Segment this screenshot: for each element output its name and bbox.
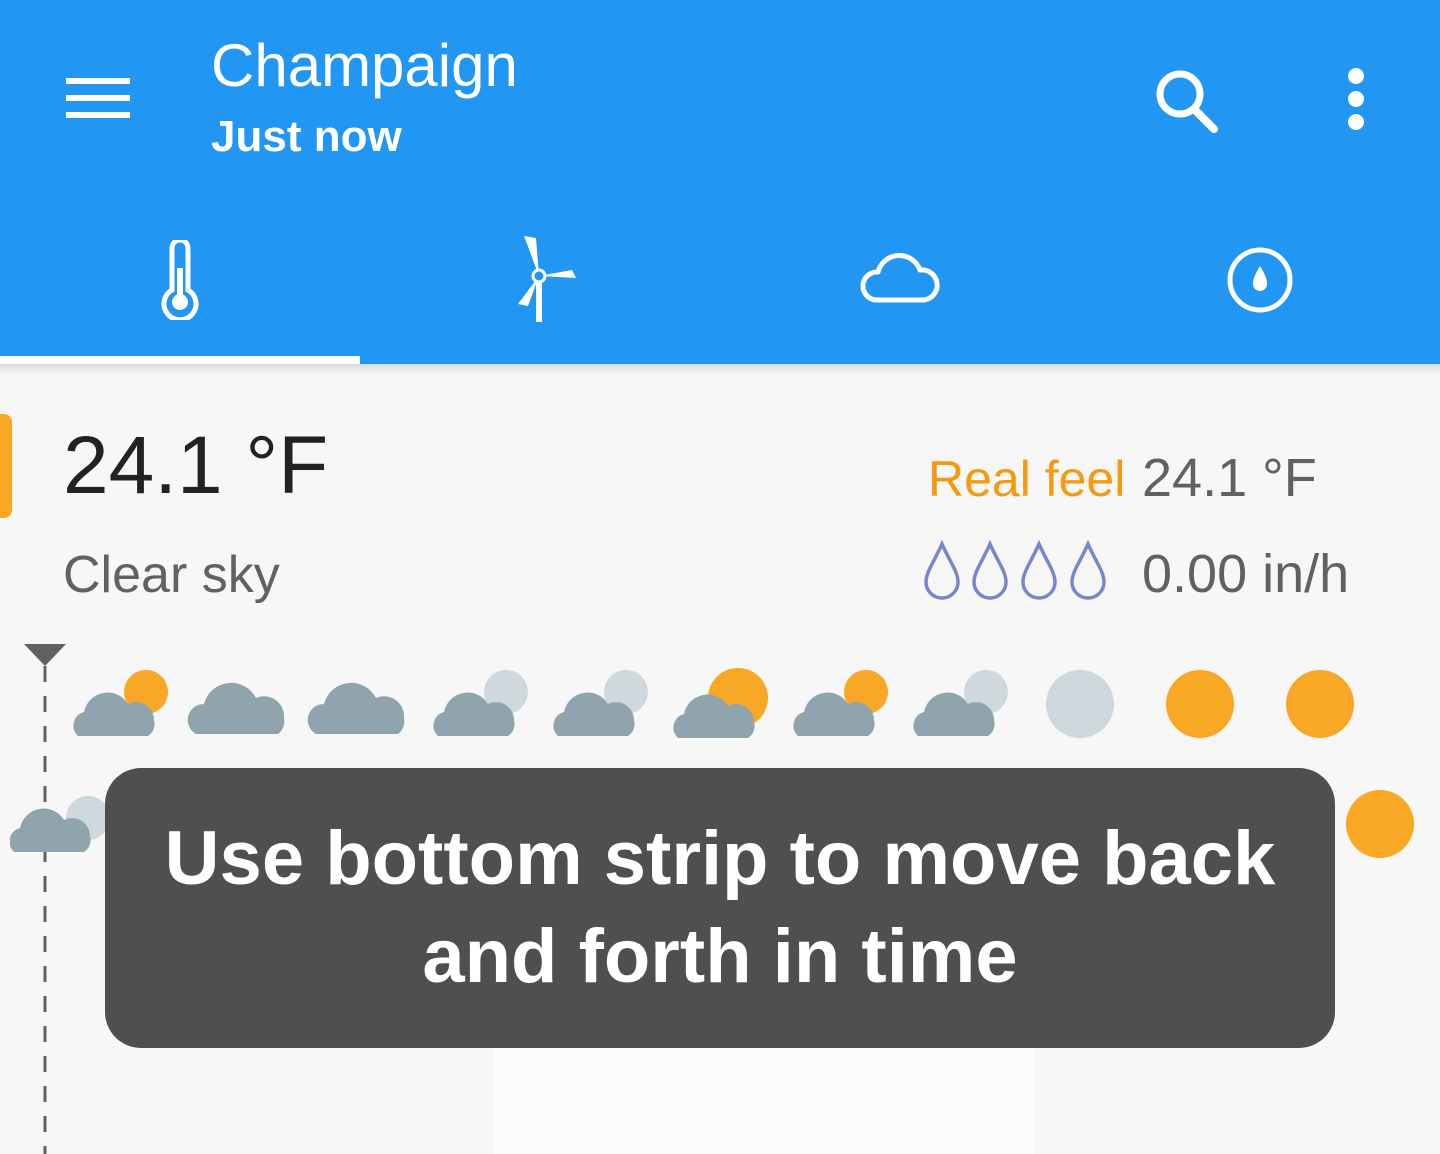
sun-icon [1346,790,1414,858]
wind-turbine-icon [518,236,576,322]
cloudy-moon-icon [913,670,1008,736]
cloud-icon [307,682,405,734]
timeline-strip-background [494,1048,1034,1154]
thermometer-icon [161,240,199,320]
partly-cloudy-icon [793,670,888,736]
tab-bar [0,200,1440,364]
hamburger-menu-icon [66,78,130,118]
real-feel-label: Real feel [928,451,1126,507]
compass-drop-icon [1227,247,1293,313]
cloudy-moon-icon [10,796,110,852]
tab-clouds[interactable] [720,200,1080,364]
cloud-icon [187,682,285,734]
tab-selected-indicator [0,356,360,364]
search-button[interactable] [1142,58,1232,148]
current-accent-bar [0,414,12,518]
location-title: Champaign [211,32,518,99]
cloudy-moon-icon [553,670,648,736]
tab-wind[interactable] [360,200,720,364]
sun-icon [1166,670,1234,738]
menu-button[interactable] [48,60,148,140]
moon-icon [1046,670,1114,738]
precipitation-drops-icon [924,540,1106,600]
sun-icon [1286,670,1354,738]
current-condition: Clear sky [63,546,280,604]
more-vert-icon [1348,68,1364,130]
tab-pressure[interactable] [1080,200,1440,364]
cloudy-moon-icon [433,670,528,736]
hint-toast: Use bottom strip to move back and forth … [105,768,1335,1048]
appbar-shadow [0,364,1440,374]
real-feel-value: 24.1 °F [1142,448,1317,508]
timeline-marker[interactable] [22,642,68,1154]
partly-cloudy-icon [73,670,168,736]
hint-toast-text: Use bottom strip to move back and forth … [164,816,1276,999]
update-time: Just now [211,112,402,161]
current-temperature: 24.1 °F [63,420,329,511]
more-options-button[interactable] [1320,58,1392,148]
cloud-icon [860,252,940,303]
hourly-forecast-icons[interactable] [72,662,1372,748]
app-bar: Champaign Just now [0,0,1440,364]
search-icon [1156,70,1218,133]
partly-cloudy-icon [673,668,768,738]
precipitation-value: 0.00 in/h [1142,544,1350,604]
tab-temperature[interactable] [0,200,360,364]
